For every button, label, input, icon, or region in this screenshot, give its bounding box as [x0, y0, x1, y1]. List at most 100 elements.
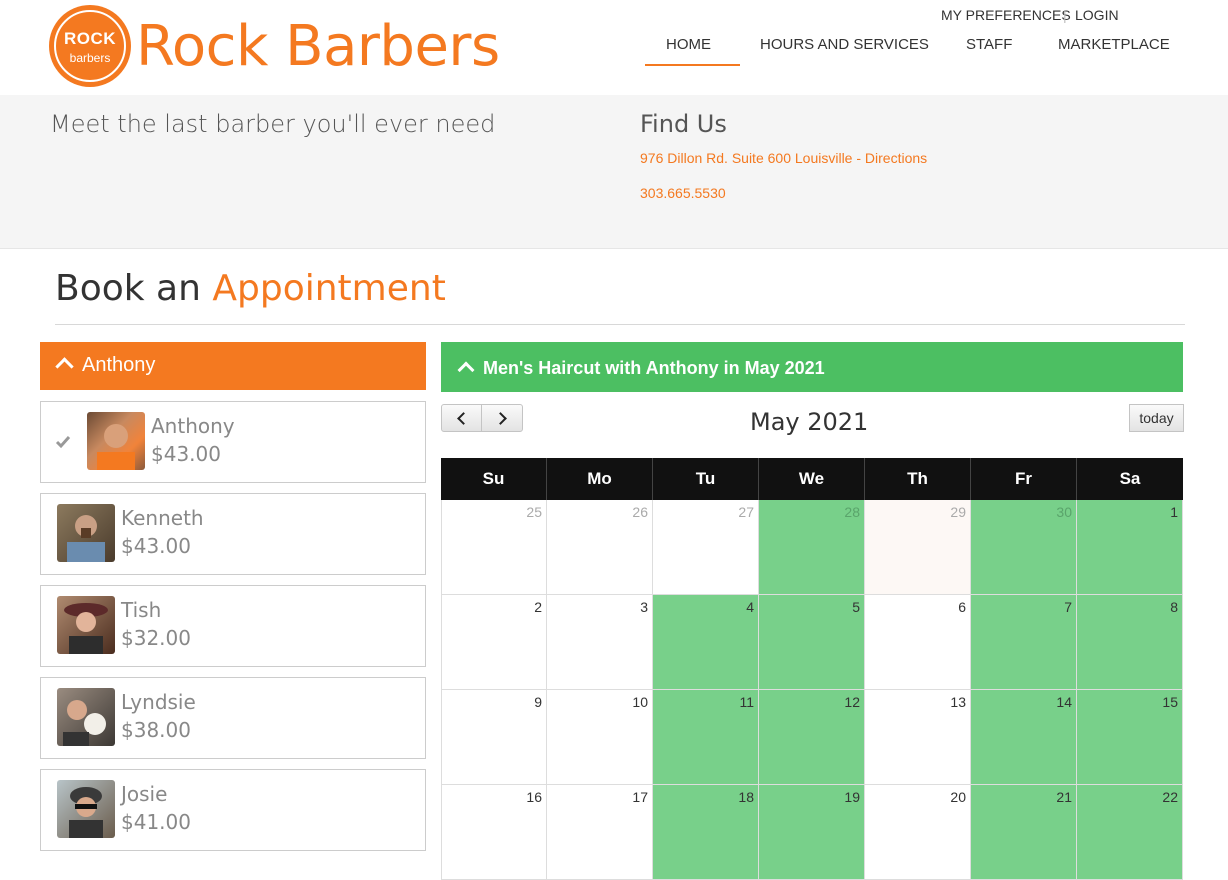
nav-staff[interactable]: STAFF [966, 36, 1012, 53]
staff-price: $41.00 [121, 810, 191, 834]
staff-price: $38.00 [121, 718, 191, 742]
calendar-day-available[interactable]: 18 [653, 785, 759, 880]
phone-link[interactable]: 303.665.5530 [640, 185, 726, 201]
weekday-header-tu: Tu [653, 458, 759, 500]
day-number: 5 [852, 599, 860, 615]
day-number: 10 [632, 694, 648, 710]
staff-price: $43.00 [121, 534, 191, 558]
nav-home[interactable]: HOME [666, 36, 711, 53]
calendar-day: 26 [547, 500, 653, 595]
day-number: 18 [738, 789, 754, 805]
day-number: 12 [844, 694, 860, 710]
address-directions-link[interactable]: 976 Dillon Rd. Suite 600 Louisville - Di… [640, 150, 927, 166]
weekday-header-mo: Mo [547, 458, 653, 500]
utility-separator: | [1063, 7, 1067, 23]
calendar-day: 17 [547, 785, 653, 880]
calendar-day: 13 [865, 690, 971, 785]
calendar-day: 27 [653, 500, 759, 595]
site-header: ROCK barbers Rock Barbers MY PREFERENCES… [0, 0, 1228, 95]
calendar-day: 6 [865, 595, 971, 690]
checkmark-icon [55, 436, 71, 449]
staff-name: Kenneth [121, 506, 204, 530]
staff-card-tish[interactable]: Tish $32.00 [40, 585, 426, 667]
day-number: 9 [534, 694, 542, 710]
day-number: 6 [958, 599, 966, 615]
today-button[interactable]: today [1129, 404, 1184, 432]
day-number: 3 [640, 599, 648, 615]
day-number: 19 [844, 789, 860, 805]
calendar-panel-header-label: Men's Haircut with Anthony in May 2021 [483, 358, 825, 378]
staff-panel-header[interactable]: Anthony [40, 342, 426, 390]
calendar-day-available[interactable]: 19 [759, 785, 865, 880]
staff-price: $43.00 [151, 442, 221, 466]
calendar-day: 25 [441, 500, 547, 595]
staff-price: $32.00 [121, 626, 191, 650]
logo-text-top: ROCK [63, 29, 117, 48]
staff-name: Josie [121, 782, 168, 806]
day-number: 28 [844, 504, 860, 520]
calendar-day-available[interactable]: 14 [971, 690, 1077, 785]
calendar-day-available[interactable]: 4 [653, 595, 759, 690]
day-number: 8 [1170, 599, 1178, 615]
find-us-title: Find Us [640, 110, 727, 138]
staff-card-lyndsie[interactable]: Lyndsie $38.00 [40, 677, 426, 759]
brand-name[interactable]: Rock Barbers [136, 12, 500, 82]
day-number: 14 [1056, 694, 1072, 710]
calendar-day-available[interactable]: 22 [1077, 785, 1183, 880]
avatar-portrait [69, 787, 103, 838]
staff-name: Lyndsie [121, 690, 196, 714]
calendar-day-available[interactable]: 7 [971, 595, 1077, 690]
calendar-day-available[interactable]: 12 [759, 690, 865, 785]
day-number: 4 [746, 599, 754, 615]
day-number: 27 [738, 504, 754, 520]
day-number: 17 [632, 789, 648, 805]
staff-panel-header-label: Anthony [82, 354, 156, 376]
calendar-panel-header[interactable]: Men's Haircut with Anthony in May 2021 [441, 342, 1183, 392]
weekday-header-we: We [759, 458, 865, 500]
nav-marketplace[interactable]: MARKETPLACE [1058, 36, 1170, 53]
avatar [57, 780, 115, 838]
next-month-button[interactable] [481, 404, 523, 432]
page-title-accent: Appointment [212, 268, 446, 309]
calendar-day: 10 [547, 690, 653, 785]
calendar-day-available[interactable]: 5 [759, 595, 865, 690]
prev-month-button[interactable] [441, 404, 483, 432]
nav-hours-and-services[interactable]: HOURS AND SERVICES [760, 36, 929, 53]
staff-card-kenneth[interactable]: Kenneth $43.00 [40, 493, 426, 575]
day-number: 29 [950, 504, 966, 520]
avatar-portrait [67, 515, 105, 562]
avatar [57, 596, 115, 654]
login-link[interactable]: LOGIN [1075, 7, 1119, 23]
calendar-day-available[interactable]: 15 [1077, 690, 1183, 785]
calendar-month-title: May 2021 [750, 408, 869, 436]
calendar-day-available[interactable]: 1 [1077, 500, 1183, 595]
calendar-day-available[interactable]: 21 [971, 785, 1077, 880]
calendar-day-available[interactable]: 30 [971, 500, 1077, 595]
day-number: 1 [1170, 504, 1178, 520]
day-number: 15 [1162, 694, 1178, 710]
avatar-portrait [64, 603, 108, 654]
weekday-header-sa: Sa [1119, 469, 1141, 488]
title-divider [55, 324, 1185, 325]
my-preferences-link[interactable]: MY PREFERENCES [941, 7, 1071, 23]
calendar-day: 3 [547, 595, 653, 690]
brand-logo[interactable]: ROCK barbers [49, 5, 131, 87]
chevron-up-icon [457, 361, 475, 379]
calendar-day-available[interactable]: 8 [1077, 595, 1183, 690]
day-number: 26 [632, 504, 648, 520]
chevron-right-icon [494, 412, 507, 425]
calendar-day-available[interactable]: 28 [759, 500, 865, 595]
chevron-left-icon [457, 412, 470, 425]
staff-card-anthony[interactable]: Anthony $43.00 [40, 401, 426, 483]
weekday-header-th: Th [865, 458, 971, 500]
day-number: 7 [1064, 599, 1072, 615]
avatar-portrait [97, 424, 135, 470]
calendar-day-available[interactable]: 11 [653, 690, 759, 785]
page-title-plain: Book an [55, 268, 201, 309]
calendar-day: 29 [865, 500, 971, 595]
calendar-day: 2 [441, 595, 547, 690]
staff-card-josie[interactable]: Josie $41.00 [40, 769, 426, 851]
calendar-day: 16 [441, 785, 547, 880]
day-number: 2 [534, 599, 542, 615]
weekday-header-row: Su Mo Tu We Th Fr Sa [441, 458, 1183, 500]
